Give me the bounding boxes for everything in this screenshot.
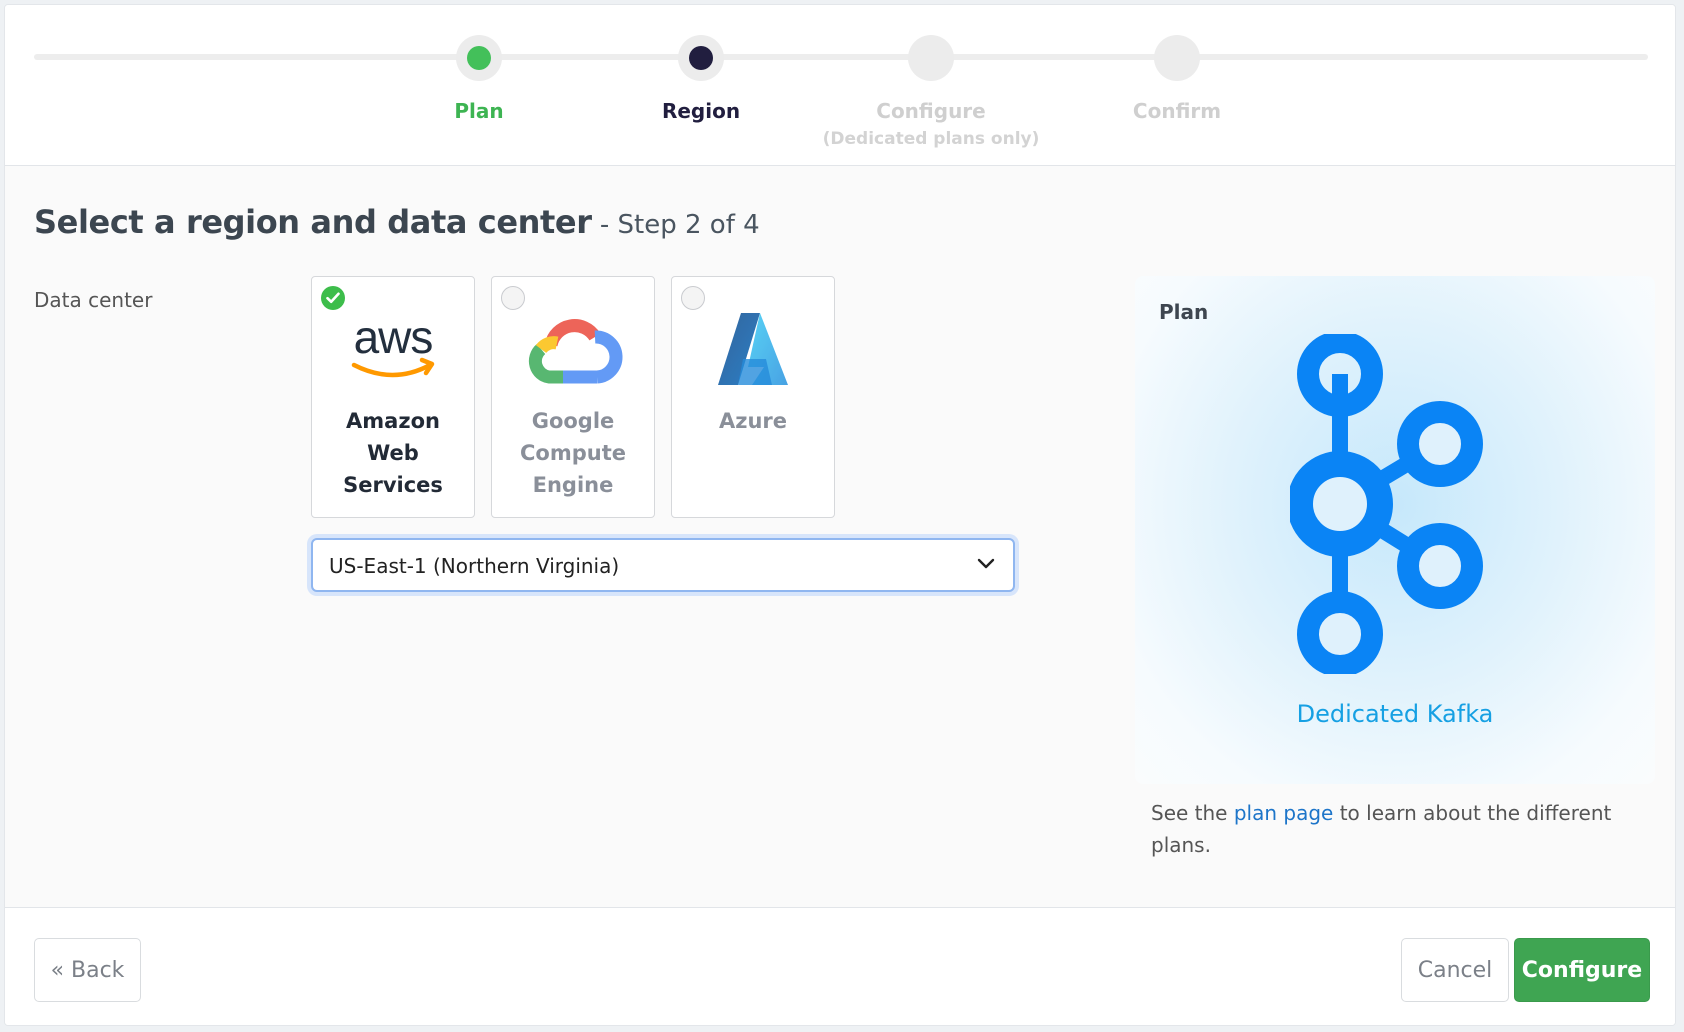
wizard-stepper: Plan Region Configure (Dedicated plans o… bbox=[5, 5, 1675, 166]
page-title: Select a region and data center - Step 2… bbox=[34, 203, 760, 241]
page-title-text: Select a region and data center bbox=[34, 203, 592, 241]
provider-name: Amazon Web Services bbox=[343, 409, 443, 497]
step-sublabel: (Dedicated plans only) bbox=[822, 129, 1040, 149]
step-label: Configure bbox=[876, 99, 986, 123]
configure-button[interactable]: Configure bbox=[1514, 938, 1650, 1002]
step-label: Region bbox=[661, 99, 741, 123]
kafka-logo-icon bbox=[1290, 334, 1483, 674]
plan-page-link[interactable]: plan page bbox=[1234, 801, 1334, 825]
aws-logo-icon: aws bbox=[312, 305, 474, 393]
region-select-value: US-East-1 (Northern Virginia) bbox=[329, 554, 620, 578]
data-center-label: Data center bbox=[34, 288, 153, 312]
step-complete-dot bbox=[467, 46, 491, 70]
chevron-down-icon bbox=[977, 558, 995, 569]
create-instance-wizard: Plan Region Configure (Dedicated plans o… bbox=[4, 4, 1676, 1026]
plan-note: See the plan page to learn about the dif… bbox=[1151, 797, 1621, 861]
step-confirm: Confirm bbox=[1057, 35, 1297, 123]
plan-note-prefix: See the bbox=[1151, 801, 1234, 825]
region-select[interactable]: US-East-1 (Northern Virginia) bbox=[311, 538, 1015, 592]
plan-title: Plan bbox=[1159, 300, 1209, 324]
step-indicator bbox=[456, 35, 502, 81]
step-configure: Configure (Dedicated plans only) bbox=[811, 35, 1051, 149]
step-counter: - Step 2 of 4 bbox=[591, 210, 760, 240]
provider-name: Google Compute Engine bbox=[520, 409, 626, 497]
step-current-dot bbox=[689, 46, 713, 70]
azure-logo-icon bbox=[672, 305, 834, 393]
provider-card-azure[interactable]: Azure bbox=[671, 276, 835, 518]
plan-name: Dedicated Kafka bbox=[1296, 700, 1494, 728]
provider-card-aws[interactable]: aws Amazon Web Services bbox=[311, 276, 475, 518]
provider-name: Azure bbox=[718, 409, 788, 433]
cancel-button[interactable]: Cancel bbox=[1401, 938, 1509, 1002]
provider-card-google[interactable]: Google Compute Engine bbox=[491, 276, 655, 518]
step-indicator bbox=[908, 35, 954, 81]
wizard-footer: « Back Cancel Configure bbox=[5, 907, 1675, 1025]
step-label: Confirm bbox=[1132, 99, 1222, 123]
svg-text:aws: aws bbox=[354, 311, 433, 363]
google-cloud-logo-icon bbox=[492, 305, 654, 393]
step-plan[interactable]: Plan bbox=[359, 35, 599, 123]
step-region: Region bbox=[581, 35, 821, 123]
step-indicator bbox=[678, 35, 724, 81]
step-indicator bbox=[1154, 35, 1200, 81]
back-button[interactable]: « Back bbox=[34, 938, 141, 1002]
step-label: Plan bbox=[454, 99, 504, 123]
plan-summary: Plan Dedicated Kafka bbox=[1135, 276, 1655, 784]
